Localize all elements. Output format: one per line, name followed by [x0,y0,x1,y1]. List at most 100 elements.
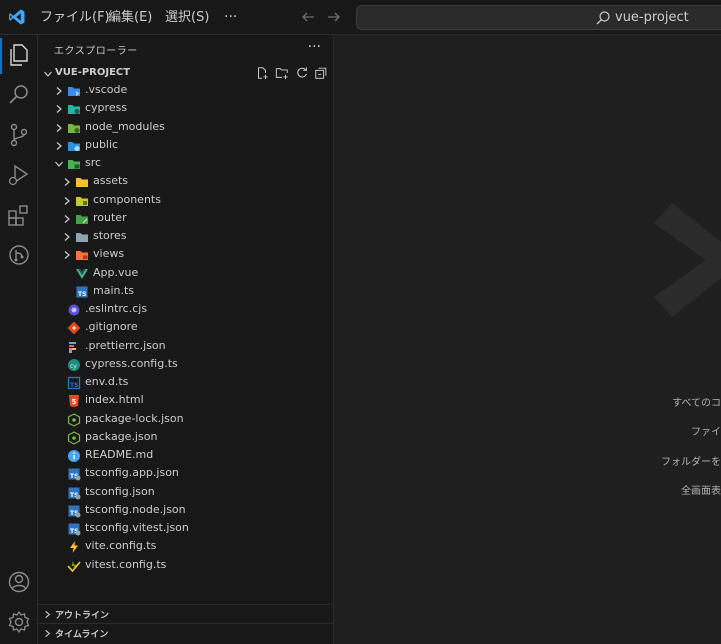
command-center-search[interactable]: vue-project [356,5,721,30]
tree-file-row[interactable]: TS tsconfig.node.json [38,502,334,520]
forward-arrow-icon[interactable] [326,9,342,25]
tree-folder-row[interactable]: src [38,155,334,173]
chevron-right-icon [56,123,62,132]
git-graph-icon[interactable] [5,241,33,269]
extensions-icon[interactable] [5,201,33,229]
tree-file-row[interactable]: TS env.d.ts [38,374,334,392]
explorer-icon[interactable] [5,41,33,69]
editor-area: すべてのコ ファイ フォルダーを 全画面表 [334,35,721,644]
vscode-watermark-icon [654,203,721,317]
tree-item-label: package-lock.json [85,411,184,425]
source-control-icon[interactable] [5,121,33,149]
run-debug-icon[interactable] [5,161,33,189]
outline-section[interactable]: アウトライン [38,604,334,623]
tree-item-label: main.ts [93,283,135,297]
tree-item-label: package.json [85,429,158,443]
tree-file-row[interactable]: package.json [38,429,334,447]
tree-item-label: public [85,137,119,151]
menu-more-button[interactable]: ··· [224,0,237,35]
tree-item-label: cypress.config.ts [85,356,178,370]
npm-file-icon [67,431,81,445]
title-bar: ファイル(F) 編集(E) 選択(S) ··· vue-project [0,0,721,35]
new-file-icon[interactable] [255,66,269,80]
project-header[interactable]: VUE-PROJECT [38,64,334,84]
menu-edit[interactable]: 編集(E) [108,0,152,35]
tree-file-row[interactable]: TS tsconfig.json [38,484,334,502]
refresh-icon[interactable] [295,66,309,80]
hint-show-all-commands: すべてのコ [672,398,721,409]
tree-file-row[interactable]: README.md [38,447,334,465]
tree-folder-row[interactable]: .vscode [38,82,334,100]
tree-file-row[interactable]: .eslintrc.cjs [38,301,334,319]
tree-item-label: vitest.config.ts [85,557,167,571]
tree-folder-row[interactable]: router [38,210,334,228]
router-folder-icon [76,214,88,224]
chevron-right-icon [64,251,70,260]
sidebar-more-button[interactable]: ··· [308,39,321,55]
tree-file-row[interactable]: TS tsconfig.app.json [38,465,334,483]
tsconfig-file-icon: TS [68,487,81,499]
tree-item-label: vite.config.ts [85,539,157,553]
tree-file-row[interactable]: 5 index.html [38,392,334,410]
eslint-file-icon [68,304,80,316]
tree-item-label: .gitignore [85,320,138,334]
tree-folder-row[interactable]: node_modules [38,119,334,137]
tree-folder-row[interactable]: public [38,137,334,155]
tree-item-label: router [93,210,127,224]
tree-file-row[interactable]: .gitignore [38,319,334,337]
vitest-file-icon [67,560,81,572]
tsconfig-file-icon: TS [68,523,81,536]
chevron-right-icon [56,105,62,114]
new-folder-icon[interactable] [275,66,289,80]
cypress-file-icon: cy [68,358,80,371]
hint-fullscreen: 全画面表 [681,486,721,497]
tsconfig-file-icon: TS [68,468,81,481]
tree-item-label: src [85,156,102,169]
tree-file-row[interactable]: .prettierrc.json [38,338,334,356]
tree-folder-row[interactable]: stores [38,228,334,246]
tree-file-row[interactable]: TS tsconfig.vitest.json [38,520,334,538]
timeline-section[interactable]: タイムライン [38,623,334,642]
tree-item-label: tsconfig.vitest.json [85,521,189,534]
chevron-right-icon [64,178,70,187]
chevron-down-icon [44,71,52,77]
settings-gear-icon[interactable] [5,608,33,636]
menu-file[interactable]: ファイル(F) [40,0,110,35]
html-file-icon: 5 [69,395,79,408]
project-name: VUE-PROJECT [55,67,131,78]
node-folder-icon [68,123,80,133]
tree-folder-row[interactable]: components [38,192,334,210]
account-icon[interactable] [5,568,33,596]
tree-file-row[interactable]: TS main.ts [38,283,334,301]
tree-file-row[interactable]: package-lock.json [38,411,334,429]
vscode-folder-icon [68,87,80,96]
back-arrow-icon[interactable] [300,9,316,25]
svg-text:5: 5 [72,398,77,406]
views-folder-icon [76,251,88,261]
tsconfig-file-icon: TS [68,505,81,518]
collapse-all-icon[interactable] [314,66,328,80]
tree-file-row[interactable]: cy cypress.config.ts [38,356,334,374]
tree-folder-row[interactable]: views [38,246,334,264]
chevron-right-icon [64,196,70,205]
tree-folder-row[interactable]: cypress [38,100,334,118]
tree-folder-row[interactable]: assets [38,173,334,191]
tree-file-row[interactable]: vite.config.ts [38,538,334,556]
tree-item-label: .eslintrc.cjs [85,302,148,315]
svg-text:TS: TS [70,382,78,389]
active-indicator [0,38,2,74]
svg-text:cy: cy [70,363,77,370]
public-folder-icon [68,141,80,151]
tree-item-label: cypress [85,101,128,115]
chevron-right-icon [64,214,70,223]
components-folder-icon [76,196,88,206]
search-view-icon[interactable] [5,81,33,109]
vscode-logo-icon [9,9,25,25]
menu-selection[interactable]: 選択(S) [165,0,209,35]
chevron-down-icon [55,161,63,167]
chevron-right-icon [45,610,51,619]
chevron-right-icon [45,629,51,638]
tree-file-row[interactable]: vitest.config.ts [38,557,334,575]
tree-item-label: App.vue [93,265,139,279]
tree-file-row[interactable]: App.vue [38,265,334,283]
